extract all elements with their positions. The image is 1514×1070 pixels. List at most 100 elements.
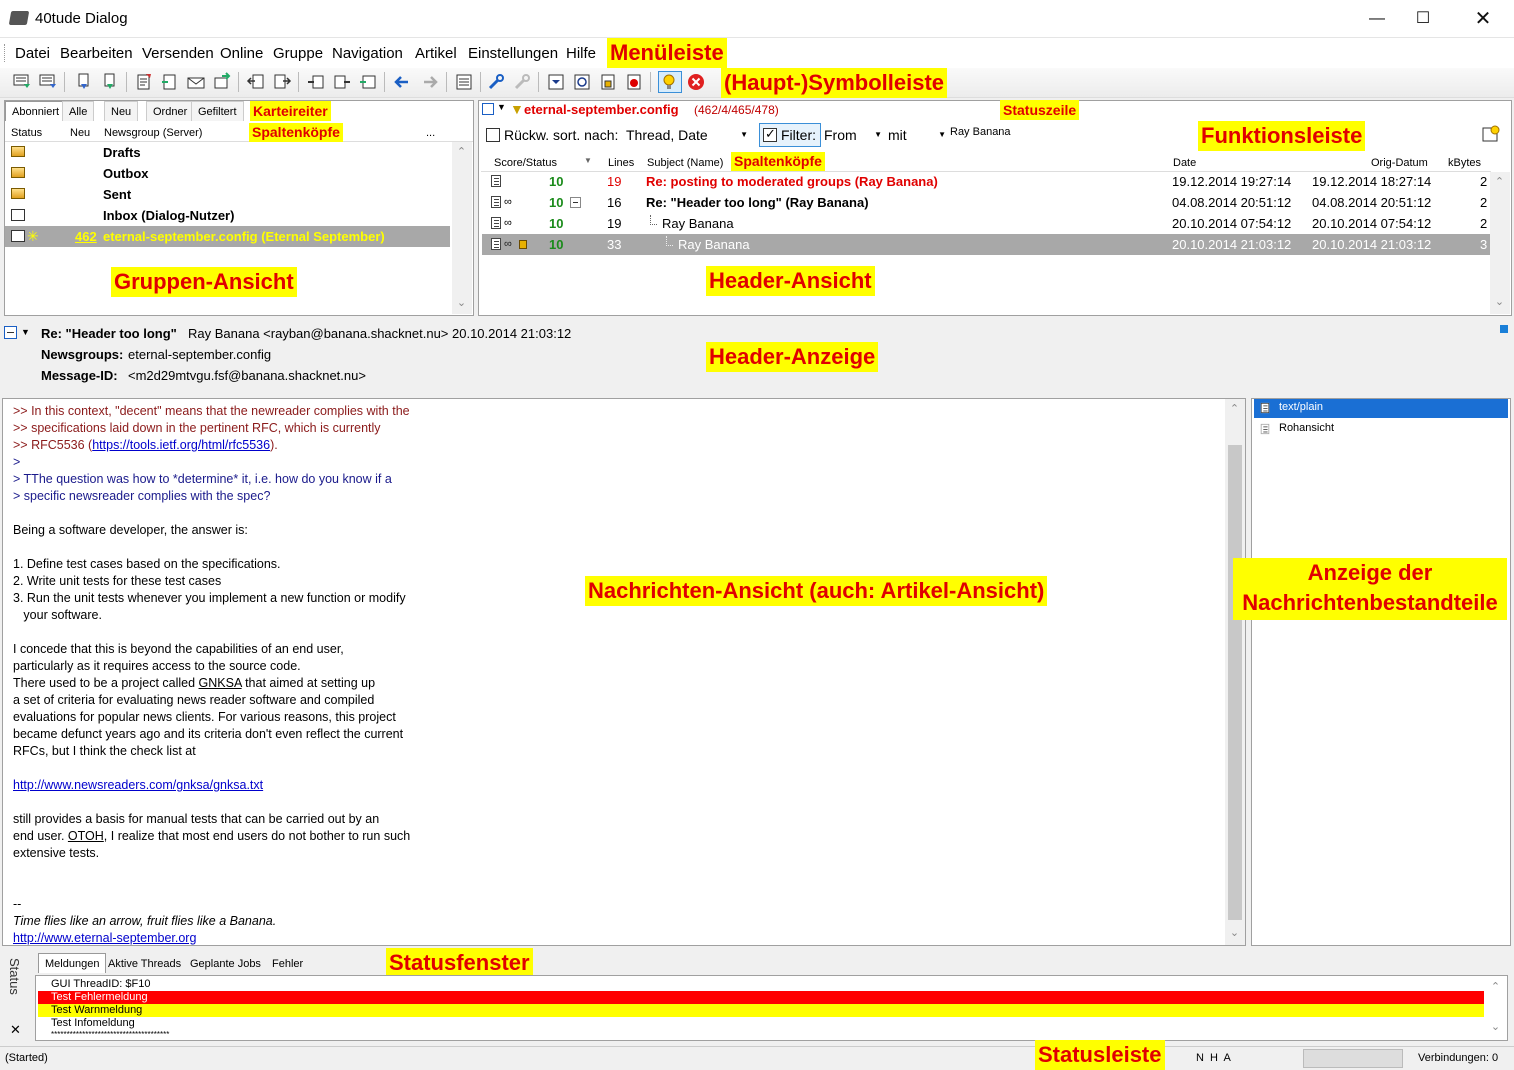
menu-online[interactable]: Online: [220, 45, 263, 62]
tools-disabled-icon[interactable]: [512, 72, 532, 92]
col-score-status[interactable]: Score/Status: [494, 154, 557, 172]
header-row[interactable]: ∞ 10 19 Ray Banana 20.10.2014 07:54:12 2…: [482, 213, 1490, 234]
filter-field-select[interactable]: From ▼: [824, 127, 882, 143]
annotation-parts-view: Anzeige der Nachrichtenbestandteile: [1233, 558, 1507, 620]
get-all-headers-icon[interactable]: [38, 72, 58, 92]
prev-thread-icon[interactable]: [306, 72, 326, 92]
ignore-icon[interactable]: [624, 72, 644, 92]
signature-link[interactable]: http://www.eternal-september.org: [13, 931, 196, 945]
sort-select[interactable]: Thread, Date ▼: [626, 127, 752, 143]
col-lines[interactable]: Lines: [608, 154, 634, 172]
chevron-up-icon[interactable]: ⌃: [1487, 980, 1504, 993]
settings-icon[interactable]: [1481, 124, 1501, 144]
header-row[interactable]: ∞ 10 16 Re: "Header too long" (Ray Banan…: [482, 192, 1490, 213]
minimize-button[interactable]: —: [1354, 0, 1400, 38]
message-scroll-thumb[interactable]: [1228, 445, 1242, 920]
header-collapse-icon[interactable]: [4, 326, 17, 339]
reply-icon[interactable]: [160, 72, 180, 92]
header-row[interactable]: 10 19 Re: posting to moderated groups (R…: [482, 171, 1490, 192]
part-text-plain[interactable]: text/plain: [1254, 399, 1508, 418]
tab-alle[interactable]: Alle: [62, 101, 95, 121]
dropdown-arrow-icon[interactable]: ▼: [497, 102, 506, 112]
header-dropdown-icon[interactable]: ▼: [21, 327, 30, 337]
prev-unread-icon[interactable]: [246, 72, 266, 92]
tab-abonniert[interactable]: Abonniert: [5, 101, 67, 121]
tab-fehler[interactable]: Fehler: [265, 953, 310, 973]
group-name: Drafts: [103, 145, 141, 160]
tab-neu[interactable]: Neu: [104, 101, 139, 121]
groups-scrollbar[interactable]: [452, 142, 472, 314]
next-unread-icon[interactable]: [272, 72, 292, 92]
tab-meldungen[interactable]: Meldungen: [38, 953, 107, 973]
tab-geplante-jobs[interactable]: Geplante Jobs: [183, 953, 268, 973]
menu-hilfe[interactable]: Hilfe: [566, 45, 596, 62]
maximize-button[interactable]: ☐: [1400, 0, 1446, 38]
cancel-icon[interactable]: [686, 72, 706, 92]
mark-read-icon[interactable]: [546, 72, 566, 92]
menu-datei[interactable]: Datei: [15, 45, 50, 62]
filter-value-input[interactable]: Ray Banana: [950, 126, 1011, 138]
chevron-down-icon[interactable]: ⌄: [453, 296, 470, 309]
chevron-down-icon[interactable]: ⌄: [1226, 926, 1243, 939]
reverse-sort-checkbox[interactable]: [486, 128, 500, 142]
headers-scrollbar[interactable]: [1490, 172, 1510, 314]
col-orig-datum[interactable]: Orig-Datum: [1371, 154, 1428, 172]
group-row-drafts[interactable]: Drafts: [5, 142, 450, 163]
filter-checkbox[interactable]: ✓: [763, 126, 777, 142]
col-more[interactable]: ...: [426, 124, 435, 142]
menu-artikel[interactable]: Artikel: [415, 45, 457, 62]
back-arrow-icon[interactable]: [392, 72, 412, 92]
reply-mail-icon[interactable]: [186, 72, 206, 92]
col-subject[interactable]: Subject (Name): [647, 154, 723, 172]
col-status[interactable]: Status: [11, 124, 42, 142]
col-date[interactable]: Date: [1173, 154, 1196, 172]
rfc-link[interactable]: https://tools.ietf.org/html/rfc5536: [92, 438, 270, 452]
filter-op-select[interactable]: mit ▼: [888, 127, 946, 143]
kbytes: 3: [1480, 237, 1488, 252]
thread-icon[interactable]: [358, 72, 378, 92]
tools-icon[interactable]: [486, 72, 506, 92]
menu-versenden[interactable]: Versenden: [142, 45, 214, 62]
newsgroups-label: Newsgroups:: [41, 347, 124, 362]
chevron-down-icon[interactable]: ⌄: [1491, 295, 1508, 308]
lock-icon[interactable]: [598, 72, 618, 92]
group-row-eternal-september[interactable]: ✳ 462 eternal-september.config (Eternal …: [5, 226, 450, 247]
part-rohansicht[interactable]: Rohansicht: [1254, 420, 1508, 439]
menu-einstellungen[interactable]: Einstellungen: [468, 45, 558, 62]
lightbulb-icon[interactable]: [658, 71, 682, 93]
menu-gruppe[interactable]: Gruppe: [273, 45, 323, 62]
header-row-selected[interactable]: ∞ 10 33 Ray Banana 20.10.2014 21:03:12 2…: [482, 234, 1490, 255]
chevron-up-icon[interactable]: ⌃: [1491, 175, 1508, 188]
group-row-inbox[interactable]: Inbox (Dialog-Nutzer): [5, 205, 450, 226]
group-row-outbox[interactable]: Outbox: [5, 163, 450, 184]
chevron-up-icon[interactable]: ⌃: [453, 145, 470, 158]
download-marked-icon[interactable]: [100, 72, 120, 92]
lines: 33: [607, 237, 622, 252]
tab-ordner[interactable]: Ordner: [146, 101, 195, 121]
gnksa-link[interactable]: http://www.newsreaders.com/gnksa/gnksa.t…: [13, 778, 263, 792]
forward-arrow-icon[interactable]: [420, 72, 440, 92]
download-icon[interactable]: [74, 72, 94, 92]
col-newsgroup[interactable]: Newsgroup (Server): [104, 124, 202, 142]
thread-collapse-icon[interactable]: [570, 197, 581, 208]
group-row-sent[interactable]: Sent: [5, 184, 450, 205]
forward-icon[interactable]: [212, 72, 232, 92]
menu-navigation[interactable]: Navigation: [332, 45, 403, 62]
article-subject: Re: "Header too long": [41, 326, 177, 341]
close-button[interactable]: ✕: [1460, 0, 1506, 38]
tab-aktive-threads[interactable]: Aktive Threads: [101, 953, 188, 973]
chevron-down-icon[interactable]: ⌄: [1487, 1020, 1504, 1033]
group-name: Inbox (Dialog-Nutzer): [103, 208, 235, 223]
col-kbytes[interactable]: kBytes: [1448, 154, 1481, 172]
collapse-icon[interactable]: [482, 103, 494, 115]
get-headers-icon[interactable]: [12, 72, 32, 92]
article-list-icon[interactable]: [454, 72, 474, 92]
col-neu[interactable]: Neu: [70, 124, 90, 142]
menu-bearbeiten[interactable]: Bearbeiten: [60, 45, 133, 62]
next-thread-icon[interactable]: [332, 72, 352, 92]
new-article-icon[interactable]: [134, 72, 154, 92]
mark-thread-icon[interactable]: [572, 72, 592, 92]
tab-gefiltert[interactable]: Gefiltert: [191, 101, 244, 121]
status-close-icon[interactable]: ✕: [10, 1022, 21, 1038]
chevron-up-icon[interactable]: ⌃: [1226, 402, 1243, 415]
